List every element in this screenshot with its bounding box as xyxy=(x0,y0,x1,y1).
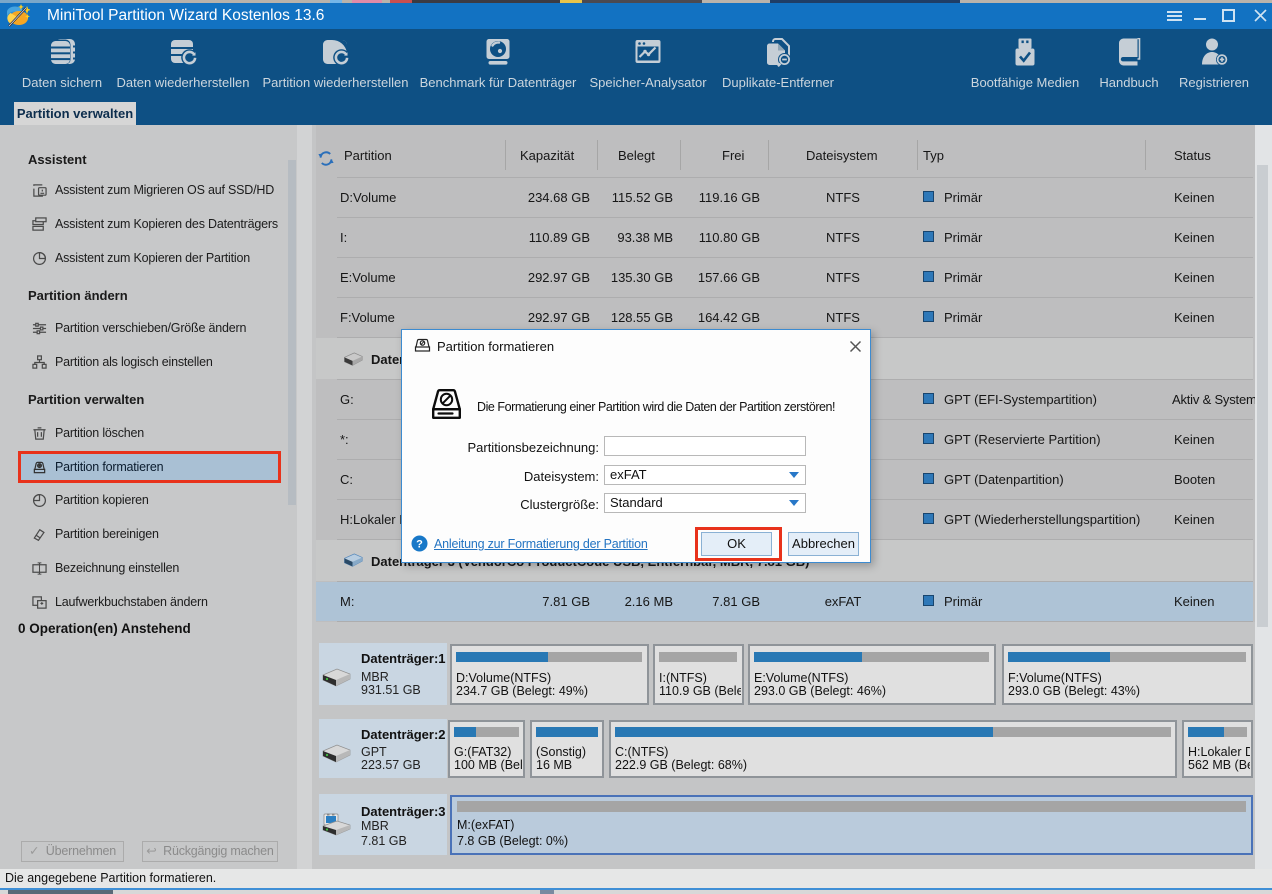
svg-text:?: ? xyxy=(416,539,423,551)
